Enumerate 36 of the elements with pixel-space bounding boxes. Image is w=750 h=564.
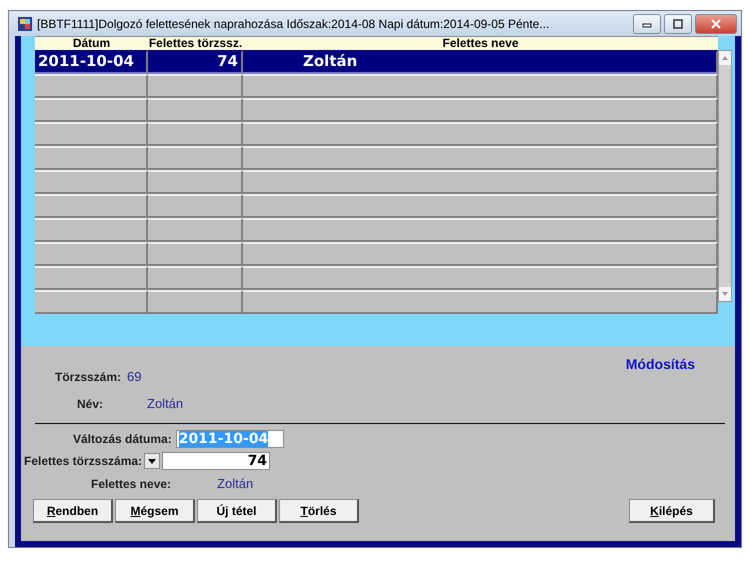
maximize-icon xyxy=(671,18,685,30)
scroll-up-button[interactable] xyxy=(719,51,731,65)
action-button[interactable]: Új tétel xyxy=(197,499,277,523)
maximize-button[interactable] xyxy=(664,14,692,34)
close-button[interactable] xyxy=(695,14,737,34)
scroll-down-button[interactable] xyxy=(719,287,731,301)
app-icon xyxy=(17,16,33,32)
minimize-button[interactable] xyxy=(633,14,661,34)
window-title: [BBTF1111]Dolgozó felettesének naprahozása Időszak:2014-08 Napi dátum:2014-09-05 Pénte... xyxy=(37,16,550,30)
action-button[interactable]: Rendben xyxy=(33,499,113,523)
number-field[interactable]: 74 xyxy=(162,452,270,470)
caret-up-icon xyxy=(721,55,730,61)
field-value: 69 xyxy=(127,369,142,384)
close-icon xyxy=(709,18,723,30)
action-button[interactable]: Törlés xyxy=(279,499,359,523)
caret-down-icon xyxy=(721,291,730,297)
table-cell: 74 xyxy=(148,50,243,74)
field-label: Változás dátuma: xyxy=(73,432,172,446)
dropdown-button[interactable] xyxy=(144,453,160,469)
column-header[interactable]: Felettes törzssz. xyxy=(148,37,243,50)
field-label: Felettes törzsszáma: xyxy=(24,454,142,468)
field-label: Törzsszám: xyxy=(55,370,122,384)
table-cell: Zoltán xyxy=(243,50,718,74)
field-label: Név: xyxy=(77,397,104,411)
caret-down-icon xyxy=(148,458,156,464)
field-label: Felettes neve: xyxy=(91,476,172,490)
action-button[interactable]: Mégsem xyxy=(115,499,195,523)
table-row[interactable]: 2011-10-04 74 Zoltán xyxy=(35,50,718,74)
field-value: Zoltán xyxy=(217,476,254,491)
column-header[interactable]: Felettes neve xyxy=(243,37,718,50)
mode-label: Módosítás xyxy=(626,356,695,372)
field-value: Zoltán xyxy=(147,396,184,411)
exit-button[interactable]: Kilépés xyxy=(629,499,715,523)
table-cell: 2011-10-04 xyxy=(35,50,148,74)
column-header[interactable]: Dátum xyxy=(35,37,148,50)
scrollbar[interactable] xyxy=(718,50,732,302)
